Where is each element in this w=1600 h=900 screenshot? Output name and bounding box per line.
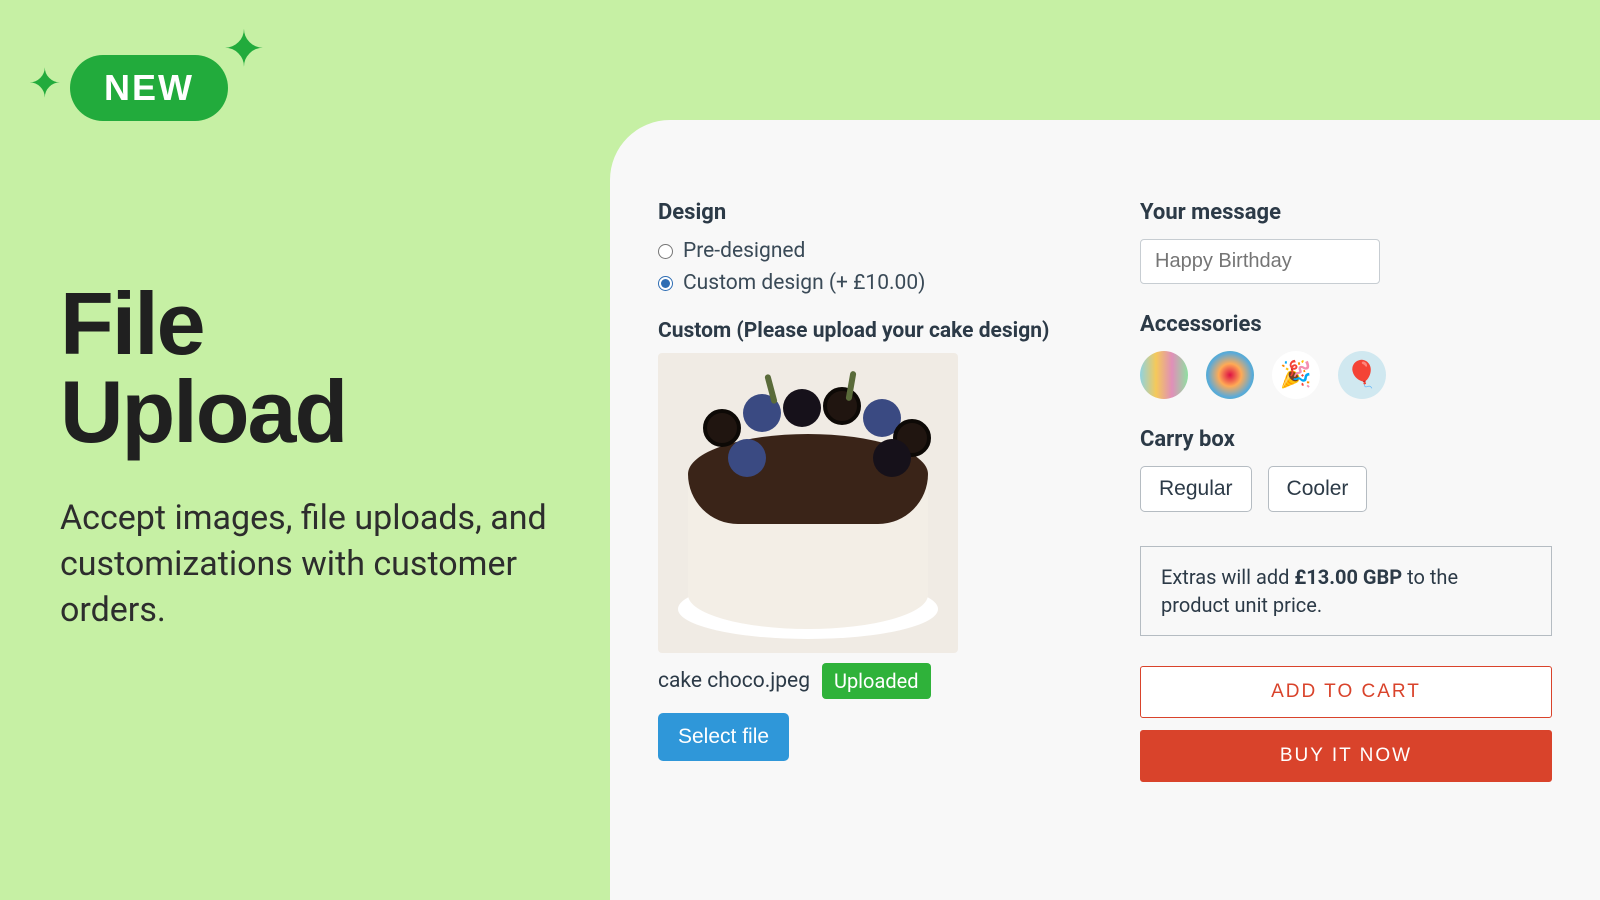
buy-now-button[interactable]: BUY IT NOW — [1140, 730, 1552, 782]
accessory-balloons[interactable]: 🎈 — [1338, 351, 1386, 399]
design-option-pre[interactable]: Pre-designed — [658, 239, 1070, 263]
product-options-panel: Design Pre-designed Custom design (+ £10… — [610, 120, 1600, 900]
uploaded-badge: Uploaded — [822, 663, 931, 699]
carrybox-title: Carry box — [1140, 427, 1552, 452]
sparkle-icon: ✦ — [223, 20, 265, 79]
accessories-row: 🎉 🎈 — [1140, 351, 1552, 399]
radio-pre-designed[interactable] — [658, 244, 673, 259]
accessory-sprinkles[interactable] — [1206, 351, 1254, 399]
carrybox-regular[interactable]: Regular — [1140, 466, 1252, 512]
new-badge: NEW — [70, 55, 228, 121]
accessories-title: Accessories — [1140, 312, 1552, 337]
extras-summary: Extras will add £13.00 GBP to the produc… — [1140, 546, 1552, 636]
upload-preview-image — [658, 353, 958, 653]
right-column: Your message Accessories 🎉 🎈 Carry box R… — [1140, 200, 1552, 900]
uploaded-file-name: cake choco.jpeg — [658, 669, 810, 693]
hero-title-line2: Upload — [60, 362, 346, 461]
message-input[interactable] — [1140, 239, 1380, 284]
add-to-cart-button[interactable]: ADD TO CART — [1140, 666, 1552, 718]
left-column: Design Pre-designed Custom design (+ £10… — [658, 200, 1070, 900]
select-file-button[interactable]: Select file — [658, 713, 789, 761]
accessory-candles[interactable] — [1140, 351, 1188, 399]
design-option-custom[interactable]: Custom design (+ £10.00) — [658, 271, 1070, 295]
design-title: Design — [658, 200, 1070, 225]
extras-amount: £13.00 GBP — [1294, 565, 1402, 589]
file-status-row: cake choco.jpeg Uploaded — [658, 663, 1070, 699]
radio-custom-design[interactable] — [658, 276, 673, 291]
accessory-party-hat[interactable]: 🎉 — [1272, 351, 1320, 399]
message-title: Your message — [1140, 200, 1552, 225]
radio-label: Pre-designed — [683, 239, 805, 263]
radio-label: Custom design (+ £10.00) — [683, 271, 925, 295]
hero-title-line1: File — [60, 274, 204, 373]
carrybox-cooler[interactable]: Cooler — [1268, 466, 1368, 512]
hero-subtitle: Accept images, file uploads, and customi… — [60, 496, 560, 634]
sparkle-icon: ✦ — [28, 60, 62, 107]
hero-copy: File Upload Accept images, file uploads,… — [60, 280, 560, 634]
action-buttons: ADD TO CART BUY IT NOW — [1140, 666, 1552, 782]
hero-title: File Upload — [60, 280, 560, 456]
carrybox-options: Regular Cooler — [1140, 466, 1552, 512]
extras-prefix: Extras will add — [1161, 565, 1294, 589]
upload-label: Custom (Please upload your cake design) — [658, 319, 1070, 343]
